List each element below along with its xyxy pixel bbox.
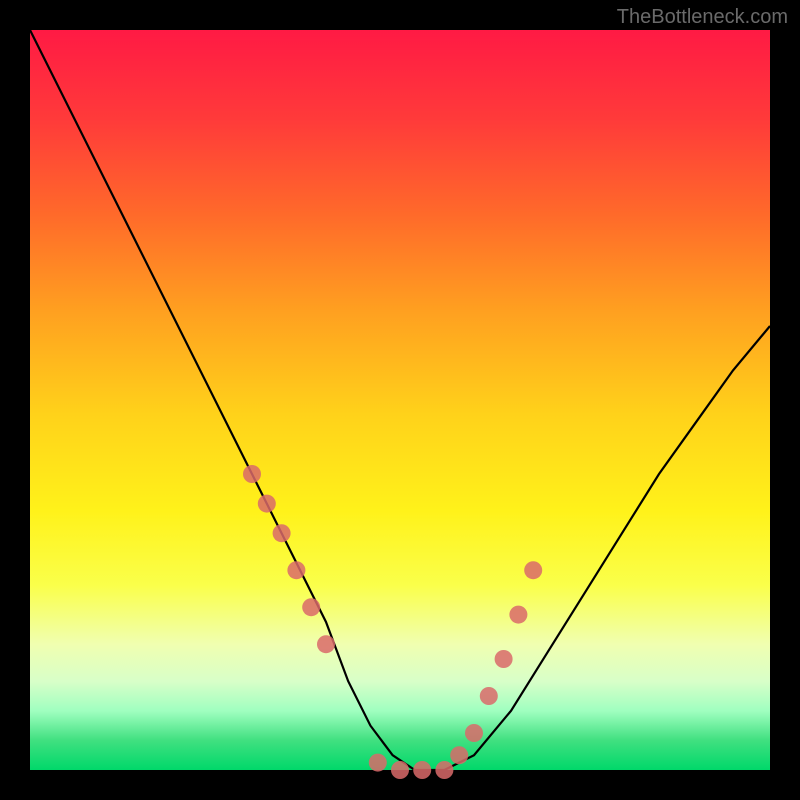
curve-marker (509, 606, 527, 624)
curve-marker (495, 650, 513, 668)
curve-marker (480, 687, 498, 705)
curve-marker (287, 561, 305, 579)
curve-marker (524, 561, 542, 579)
curve-marker (302, 598, 320, 616)
curve-markers (243, 465, 542, 779)
curve-marker (413, 761, 431, 779)
curve-marker (465, 724, 483, 742)
curve-marker (317, 635, 335, 653)
curve-marker (450, 746, 468, 764)
watermark-text: TheBottleneck.com (617, 6, 788, 29)
curve-marker (258, 495, 276, 513)
curve-marker (435, 761, 453, 779)
chart-plot-area (30, 30, 770, 770)
curve-marker (243, 465, 261, 483)
chart-svg (30, 30, 770, 770)
curve-marker (391, 761, 409, 779)
bottleneck-curve (30, 30, 770, 770)
curve-marker (273, 524, 291, 542)
curve-marker (369, 754, 387, 772)
